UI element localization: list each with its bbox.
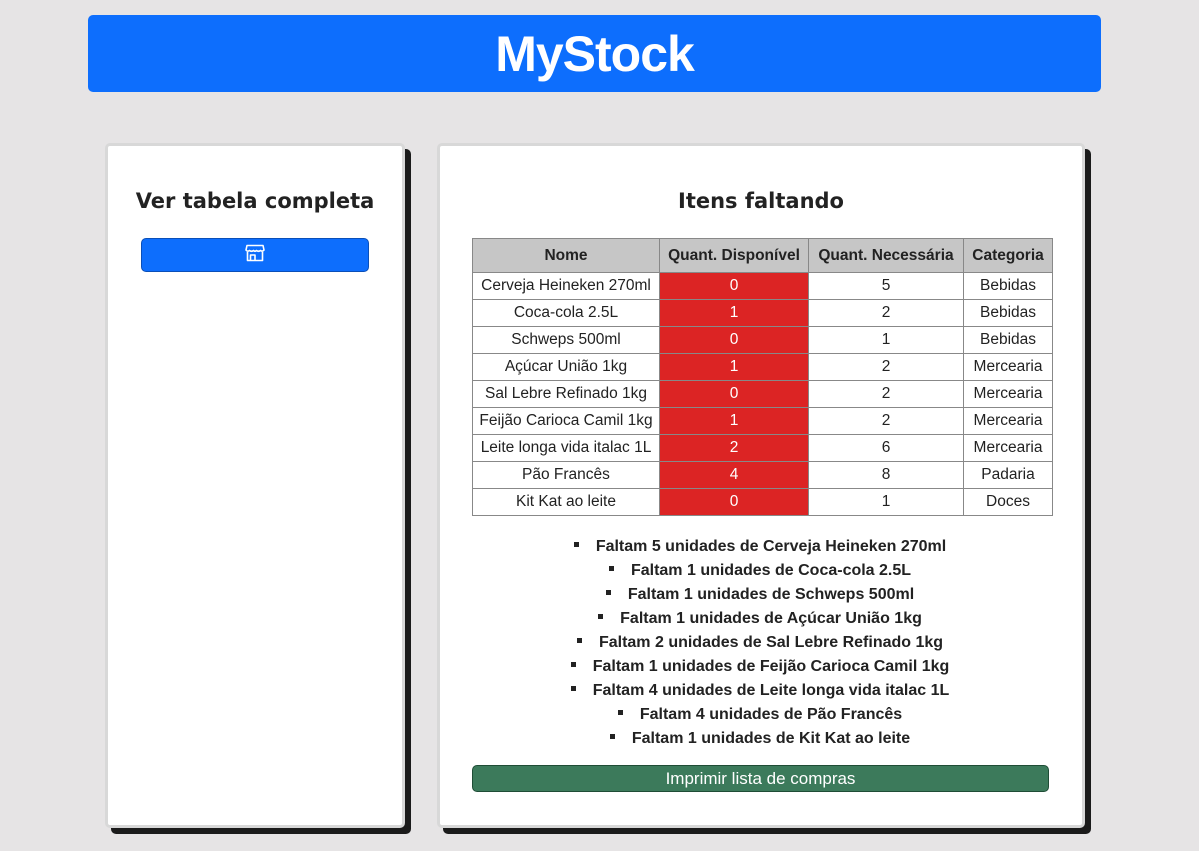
cell-disponivel: 4 — [659, 461, 809, 489]
cell-categoria: Mercearia — [963, 380, 1053, 408]
cell-categoria: Mercearia — [963, 434, 1053, 462]
store-icon — [245, 244, 265, 266]
cell-categoria: Bebidas — [963, 272, 1053, 300]
app-header: MyStock — [88, 15, 1101, 92]
table-row: Feijão Carioca Camil 1kg 1 2 Mercearia — [472, 407, 1053, 435]
list-item: Faltam 4 unidades de Pão Francês — [472, 703, 1048, 727]
cell-nome: Schweps 500ml — [472, 326, 660, 354]
header-disponivel: Quant. Disponível — [659, 238, 809, 273]
cell-necessaria: 5 — [808, 272, 964, 300]
cell-categoria: Mercearia — [963, 407, 1053, 435]
cell-disponivel: 0 — [659, 326, 809, 354]
sidebar-title: Ver tabela completa — [135, 189, 375, 213]
table-row: Kit Kat ao leite 0 1 Doces — [472, 488, 1053, 516]
list-item: Faltam 2 unidades de Sal Lebre Refinado … — [472, 631, 1048, 655]
list-item: Faltam 1 unidades de Açúcar União 1kg — [472, 607, 1048, 631]
cell-disponivel: 1 — [659, 407, 809, 435]
cell-categoria: Doces — [963, 488, 1053, 516]
cell-necessaria: 2 — [808, 407, 964, 435]
cell-necessaria: 2 — [808, 353, 964, 381]
list-item: Faltam 1 unidades de Kit Kat ao leite — [472, 727, 1048, 751]
cell-nome: Açúcar União 1kg — [472, 353, 660, 381]
shopping-list: Faltam 5 unidades de Cerveja Heineken 27… — [472, 535, 1048, 751]
table-row: Coca-cola 2.5L 1 2 Bebidas — [472, 299, 1053, 327]
cell-categoria: Padaria — [963, 461, 1053, 489]
cell-nome: Pão Francês — [472, 461, 660, 489]
sidebar-card: Ver tabela completa — [105, 143, 405, 828]
cell-disponivel: 2 — [659, 434, 809, 462]
header-nome: Nome — [472, 238, 660, 273]
cell-nome: Sal Lebre Refinado 1kg — [472, 380, 660, 408]
print-shopping-list-button[interactable]: Imprimir lista de compras — [472, 765, 1049, 792]
list-item: Faltam 1 unidades de Coca-cola 2.5L — [472, 559, 1048, 583]
cell-disponivel: 0 — [659, 272, 809, 300]
header-categoria: Categoria — [963, 238, 1053, 273]
list-item: Faltam 1 unidades de Schweps 500ml — [472, 583, 1048, 607]
cell-categoria: Mercearia — [963, 353, 1053, 381]
table-row: Sal Lebre Refinado 1kg 0 2 Mercearia — [472, 380, 1053, 408]
table-row: Açúcar União 1kg 1 2 Mercearia — [472, 353, 1053, 381]
cell-necessaria: 2 — [808, 299, 964, 327]
cell-disponivel: 1 — [659, 353, 809, 381]
cell-necessaria: 2 — [808, 380, 964, 408]
app-title: MyStock — [495, 25, 695, 82]
cell-categoria: Bebidas — [963, 299, 1053, 327]
table-row: Cerveja Heineken 270ml 0 5 Bebidas — [472, 272, 1053, 300]
cell-disponivel: 1 — [659, 299, 809, 327]
cell-nome: Leite longa vida italac 1L — [472, 434, 660, 462]
cell-nome: Cerveja Heineken 270ml — [472, 272, 660, 300]
missing-items-title: Itens faltando — [678, 189, 844, 213]
cell-nome: Kit Kat ao leite — [472, 488, 660, 516]
cell-necessaria: 8 — [808, 461, 964, 489]
table-row: Schweps 500ml 0 1 Bebidas — [472, 326, 1053, 354]
table-row: Pão Francês 4 8 Padaria — [472, 461, 1053, 489]
cell-disponivel: 0 — [659, 380, 809, 408]
cell-necessaria: 6 — [808, 434, 964, 462]
table-row: Leite longa vida italac 1L 2 6 Mercearia — [472, 434, 1053, 462]
cell-nome: Feijão Carioca Camil 1kg — [472, 407, 660, 435]
cell-nome: Coca-cola 2.5L — [472, 299, 660, 327]
cell-necessaria: 1 — [808, 488, 964, 516]
view-full-table-button[interactable] — [141, 238, 369, 272]
cell-disponivel: 0 — [659, 488, 809, 516]
table-header-row: Nome Quant. Disponível Quant. Necessária… — [472, 238, 1053, 273]
list-item: Faltam 1 unidades de Feijão Carioca Cami… — [472, 655, 1048, 679]
list-item: Faltam 4 unidades de Leite longa vida it… — [472, 679, 1048, 703]
missing-items-table: Nome Quant. Disponível Quant. Necessária… — [472, 238, 1053, 516]
cell-categoria: Bebidas — [963, 326, 1053, 354]
missing-items-card: Itens faltando Nome Quant. Disponível Qu… — [437, 143, 1085, 828]
list-item: Faltam 5 unidades de Cerveja Heineken 27… — [472, 535, 1048, 559]
cell-necessaria: 1 — [808, 326, 964, 354]
header-necessaria: Quant. Necessária — [808, 238, 964, 273]
